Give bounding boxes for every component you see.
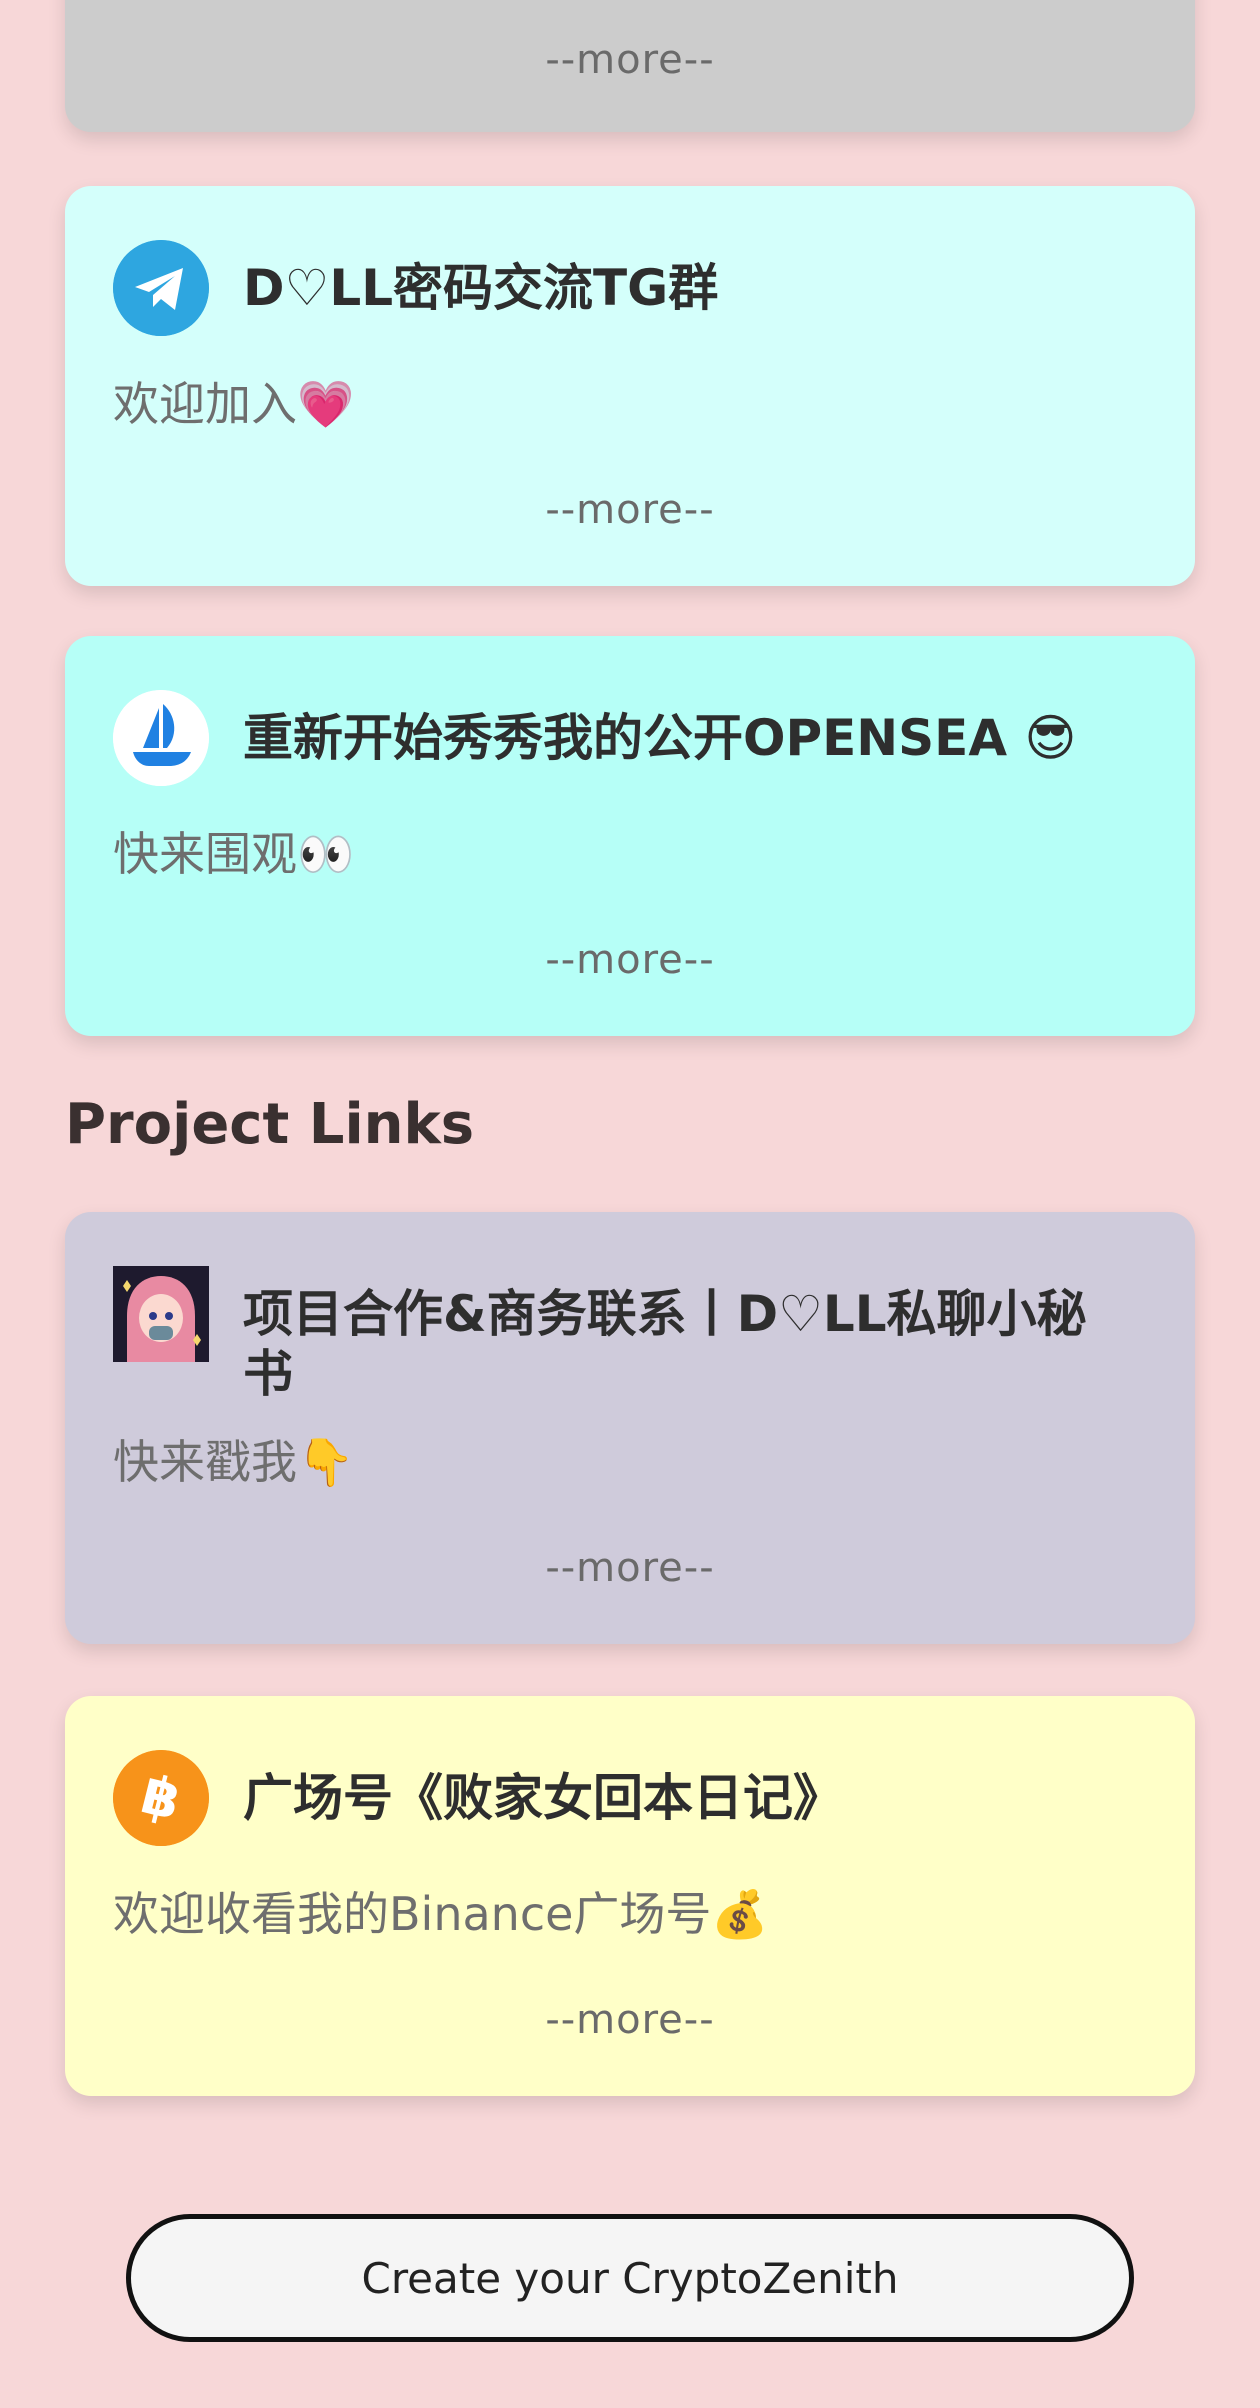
section-title: Project Links (65, 1092, 475, 1157)
link-card-opensea[interactable]: 重新开始秀秀我的公开OPENSEA 😎 快来围观👀 --more-- (65, 636, 1195, 1036)
link-card-business[interactable]: 项目合作&商务联系丨D♡LL私聊小秘书 快来戳我👇 --more-- (65, 1212, 1195, 1644)
card-description: 欢迎收看我的Binance广场号💰 (113, 1887, 769, 1941)
more-link[interactable]: --more-- (65, 36, 1195, 84)
card-description: 快来围观👀 (113, 827, 355, 881)
more-link[interactable]: --more-- (65, 486, 1195, 534)
link-card-telegram[interactable]: D♡LL密码交流TG群 欢迎加入💗 --more-- (65, 186, 1195, 586)
telegram-icon (113, 240, 209, 336)
bitcoin-icon: ฿ (113, 1750, 209, 1846)
card-description: 快来戳我👇 (113, 1435, 355, 1489)
more-link[interactable]: --more-- (65, 1996, 1195, 2044)
card-description: 欢迎加入💗 (113, 377, 355, 431)
link-card-binance[interactable]: ฿ 广场号《败家女回本日记》 欢迎收看我的Binance广场号💰 --more-… (65, 1696, 1195, 2096)
opensea-icon (113, 690, 209, 786)
card-title: 重新开始秀秀我的公开OPENSEA 😎 (243, 709, 1077, 767)
create-cryptozenith-button[interactable]: Create your CryptoZenith (126, 2214, 1134, 2342)
card-title: 广场号《败家女回本日记》 (243, 1769, 843, 1827)
more-link[interactable]: --more-- (65, 936, 1195, 984)
card-title: 项目合作&商务联系丨D♡LL私聊小秘书 (243, 1285, 1087, 1403)
link-card[interactable]: --more-- (65, 0, 1195, 132)
page: --more-- D♡LL密码交流TG群 欢迎加入💗 --more-- 重新开始… (0, 0, 1260, 2408)
card-title: D♡LL密码交流TG群 (243, 259, 719, 317)
more-link[interactable]: --more-- (65, 1544, 1195, 1592)
avatar-image (113, 1266, 209, 1362)
